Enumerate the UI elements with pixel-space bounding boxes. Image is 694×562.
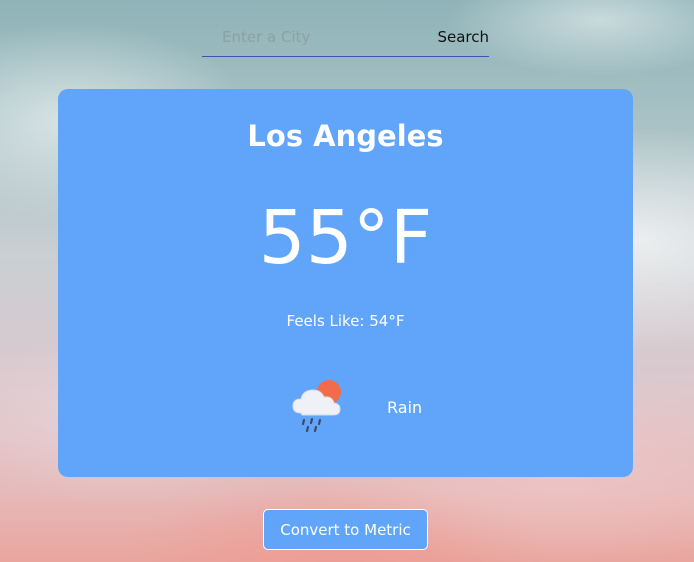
rain-cloud-sun-icon bbox=[292, 380, 341, 433]
city-search-input[interactable] bbox=[202, 18, 438, 56]
convert-to-metric-button[interactable]: Convert to Metric bbox=[263, 509, 428, 550]
feels-like: Feels Like: 54°F bbox=[286, 312, 405, 330]
temperature: 55°F bbox=[258, 195, 433, 281]
city-name: Los Angeles bbox=[247, 119, 444, 153]
condition-label: Rain bbox=[387, 397, 423, 417]
search-button[interactable]: Search bbox=[437, 28, 489, 46]
weather-card: Los Angeles 55°F Feels Like: 54°F Rain bbox=[58, 89, 633, 477]
search-bar: Search bbox=[202, 18, 489, 57]
condition-row: Rain bbox=[288, 377, 422, 437]
